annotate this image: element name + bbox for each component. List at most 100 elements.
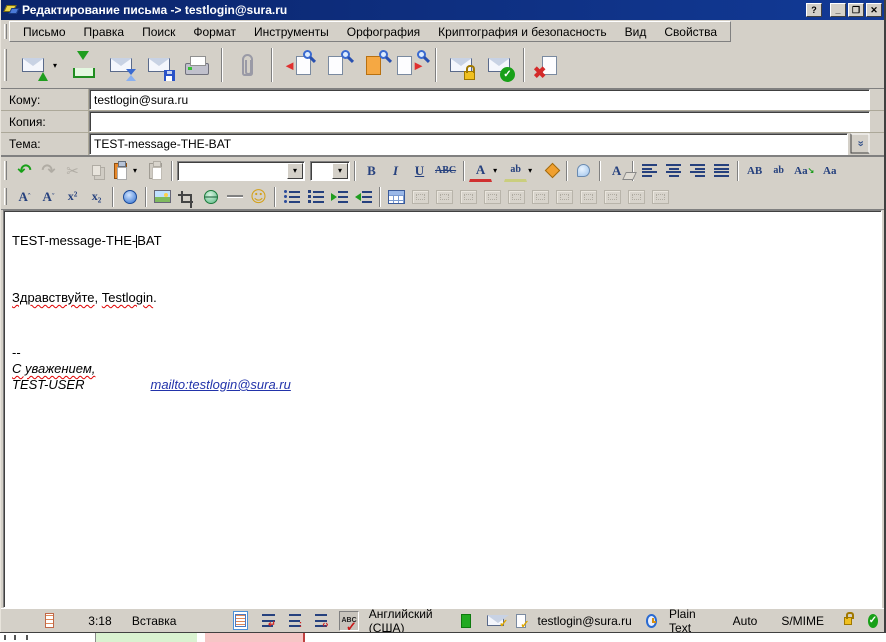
fill-button[interactable] bbox=[539, 160, 562, 182]
message-body[interactable]: TEST-message-THE-BAT Здравствуйте, Testl… bbox=[3, 210, 882, 608]
menu-view[interactable]: Вид bbox=[616, 23, 656, 41]
copy-button[interactable] bbox=[85, 160, 108, 182]
titlebar[interactable]: Редактирование письма -> testlogin@sura.… bbox=[1, 0, 884, 20]
font-name-select[interactable]: ▾ bbox=[177, 161, 305, 181]
fmt1-grip[interactable] bbox=[4, 161, 7, 180]
merge-right-button[interactable] bbox=[505, 186, 528, 208]
close-button[interactable]: ✕ bbox=[866, 3, 882, 17]
paste-button[interactable] bbox=[109, 160, 132, 182]
menu-spelling[interactable]: Орфография bbox=[338, 23, 429, 41]
search-current-button[interactable] bbox=[355, 46, 391, 84]
delete-col-button[interactable] bbox=[649, 186, 672, 208]
split-cell-down-button[interactable] bbox=[457, 186, 480, 208]
fmt2-grip[interactable] bbox=[4, 188, 7, 206]
menu-properties[interactable]: Свойства bbox=[655, 23, 726, 41]
attach-button[interactable] bbox=[229, 46, 265, 84]
undo-button[interactable]: ↶ bbox=[13, 160, 36, 182]
smime-label[interactable]: S/MIME bbox=[781, 614, 824, 628]
highlight-button[interactable]: ab bbox=[504, 160, 527, 182]
spellcheck-button[interactable]: ABC✓ bbox=[339, 611, 358, 631]
crop-button[interactable] bbox=[175, 186, 198, 208]
insert-table-button[interactable] bbox=[385, 186, 408, 208]
format-painter-button[interactable] bbox=[572, 160, 595, 182]
superscript-button[interactable]: x² bbox=[61, 186, 84, 208]
menu-message[interactable]: Письмо bbox=[14, 23, 75, 41]
font-size-select[interactable]: ▾ bbox=[310, 161, 350, 181]
format-label[interactable]: Plain Text bbox=[669, 607, 707, 635]
split-cell-up-button[interactable] bbox=[481, 186, 504, 208]
menu-crypto[interactable]: Криптография и безопасность bbox=[429, 23, 615, 41]
toolbar-grip[interactable] bbox=[4, 49, 7, 81]
subscript-button[interactable]: x₂ bbox=[85, 186, 108, 208]
paste-special-button[interactable] bbox=[144, 160, 167, 182]
table-merge-button[interactable] bbox=[433, 186, 456, 208]
search-button[interactable] bbox=[317, 46, 353, 84]
menu-edit[interactable]: Правка bbox=[75, 23, 134, 41]
underline-button[interactable]: U bbox=[408, 160, 431, 182]
grow-font-button[interactable]: Aˆ bbox=[13, 186, 36, 208]
menu-tools[interactable]: Инструменты bbox=[245, 23, 338, 41]
maximize-button[interactable]: ❐ bbox=[848, 3, 864, 17]
to-input[interactable] bbox=[89, 89, 870, 110]
search-prev-button[interactable]: ◄ bbox=[279, 46, 315, 84]
delete-row-button[interactable] bbox=[601, 186, 624, 208]
bold-button[interactable]: B bbox=[360, 160, 383, 182]
align-center-button[interactable] bbox=[662, 160, 685, 182]
font-color-dropdown[interactable]: ▾ bbox=[493, 166, 503, 175]
insert-row-button[interactable] bbox=[577, 186, 600, 208]
search-next-button[interactable]: ► bbox=[393, 46, 429, 84]
mailto-link[interactable]: mailto:testlogin@sura.ru bbox=[150, 377, 290, 392]
merge-down-button[interactable] bbox=[529, 186, 552, 208]
bullet-list-button[interactable] bbox=[280, 186, 303, 208]
highlight-dropdown[interactable]: ▾ bbox=[528, 166, 538, 175]
redo-button[interactable]: ↷ bbox=[37, 160, 60, 182]
outbox-button[interactable] bbox=[65, 46, 101, 84]
sign-button[interactable]: ✓ bbox=[481, 46, 517, 84]
menu-format[interactable]: Формат bbox=[184, 23, 245, 41]
delete-button[interactable]: ✖ bbox=[531, 46, 567, 84]
print-button[interactable] bbox=[179, 46, 215, 84]
send-later-button[interactable] bbox=[103, 46, 139, 84]
account-label[interactable]: testlogin@sura.ru bbox=[538, 614, 632, 628]
send-button[interactable] bbox=[15, 46, 51, 84]
font-name-dropdown[interactable]: ▾ bbox=[287, 163, 303, 179]
para-marks-button[interactable]: : bbox=[289, 614, 301, 627]
hard-wrap-button[interactable]: ‹› bbox=[315, 614, 327, 627]
insert-hline-button[interactable] bbox=[223, 186, 246, 208]
paste-dropdown[interactable]: ▾ bbox=[133, 166, 143, 175]
insert-object-button[interactable] bbox=[118, 186, 141, 208]
insert-image-button[interactable] bbox=[151, 186, 174, 208]
uppercase-button[interactable]: AB bbox=[743, 160, 766, 182]
expand-headers-button[interactable]: » bbox=[851, 134, 870, 154]
font-color-button[interactable]: A bbox=[469, 160, 492, 182]
encrypt-button[interactable] bbox=[443, 46, 479, 84]
numbered-list-button[interactable] bbox=[304, 186, 327, 208]
lowercase-button[interactable]: ab bbox=[767, 160, 790, 182]
autowrap-button[interactable]: ↵ bbox=[262, 614, 274, 627]
shrink-font-button[interactable]: Aˇ bbox=[37, 186, 60, 208]
menubar-grip[interactable] bbox=[4, 24, 7, 39]
clear-format-button[interactable]: A bbox=[605, 160, 628, 182]
wrap-mode-button[interactable] bbox=[233, 611, 248, 630]
subject-input[interactable] bbox=[89, 133, 848, 155]
send-dropdown[interactable]: ▾ bbox=[53, 61, 63, 70]
table-split-button[interactable] bbox=[409, 186, 432, 208]
insert-col-button[interactable] bbox=[625, 186, 648, 208]
encoding-label[interactable]: Auto bbox=[733, 614, 758, 628]
cc-input[interactable] bbox=[89, 111, 870, 132]
table-props-button[interactable] bbox=[553, 186, 576, 208]
strikethrough-button[interactable]: ABC bbox=[432, 160, 459, 182]
toggle-case-button[interactable]: Aa↘ bbox=[791, 160, 817, 182]
align-justify-button[interactable] bbox=[710, 160, 733, 182]
align-left-button[interactable] bbox=[638, 160, 661, 182]
cut-button[interactable]: ✂ bbox=[61, 160, 84, 182]
italic-button[interactable]: I bbox=[384, 160, 407, 182]
capitalize-button[interactable]: Aa bbox=[818, 160, 841, 182]
align-right-button[interactable] bbox=[686, 160, 709, 182]
decrease-indent-button[interactable] bbox=[352, 186, 375, 208]
font-size-dropdown[interactable]: ▾ bbox=[332, 163, 348, 179]
menu-search[interactable]: Поиск bbox=[133, 23, 184, 41]
save-draft-button[interactable] bbox=[141, 46, 177, 84]
insert-link-button[interactable] bbox=[199, 186, 222, 208]
help-button[interactable]: ? bbox=[806, 3, 822, 17]
